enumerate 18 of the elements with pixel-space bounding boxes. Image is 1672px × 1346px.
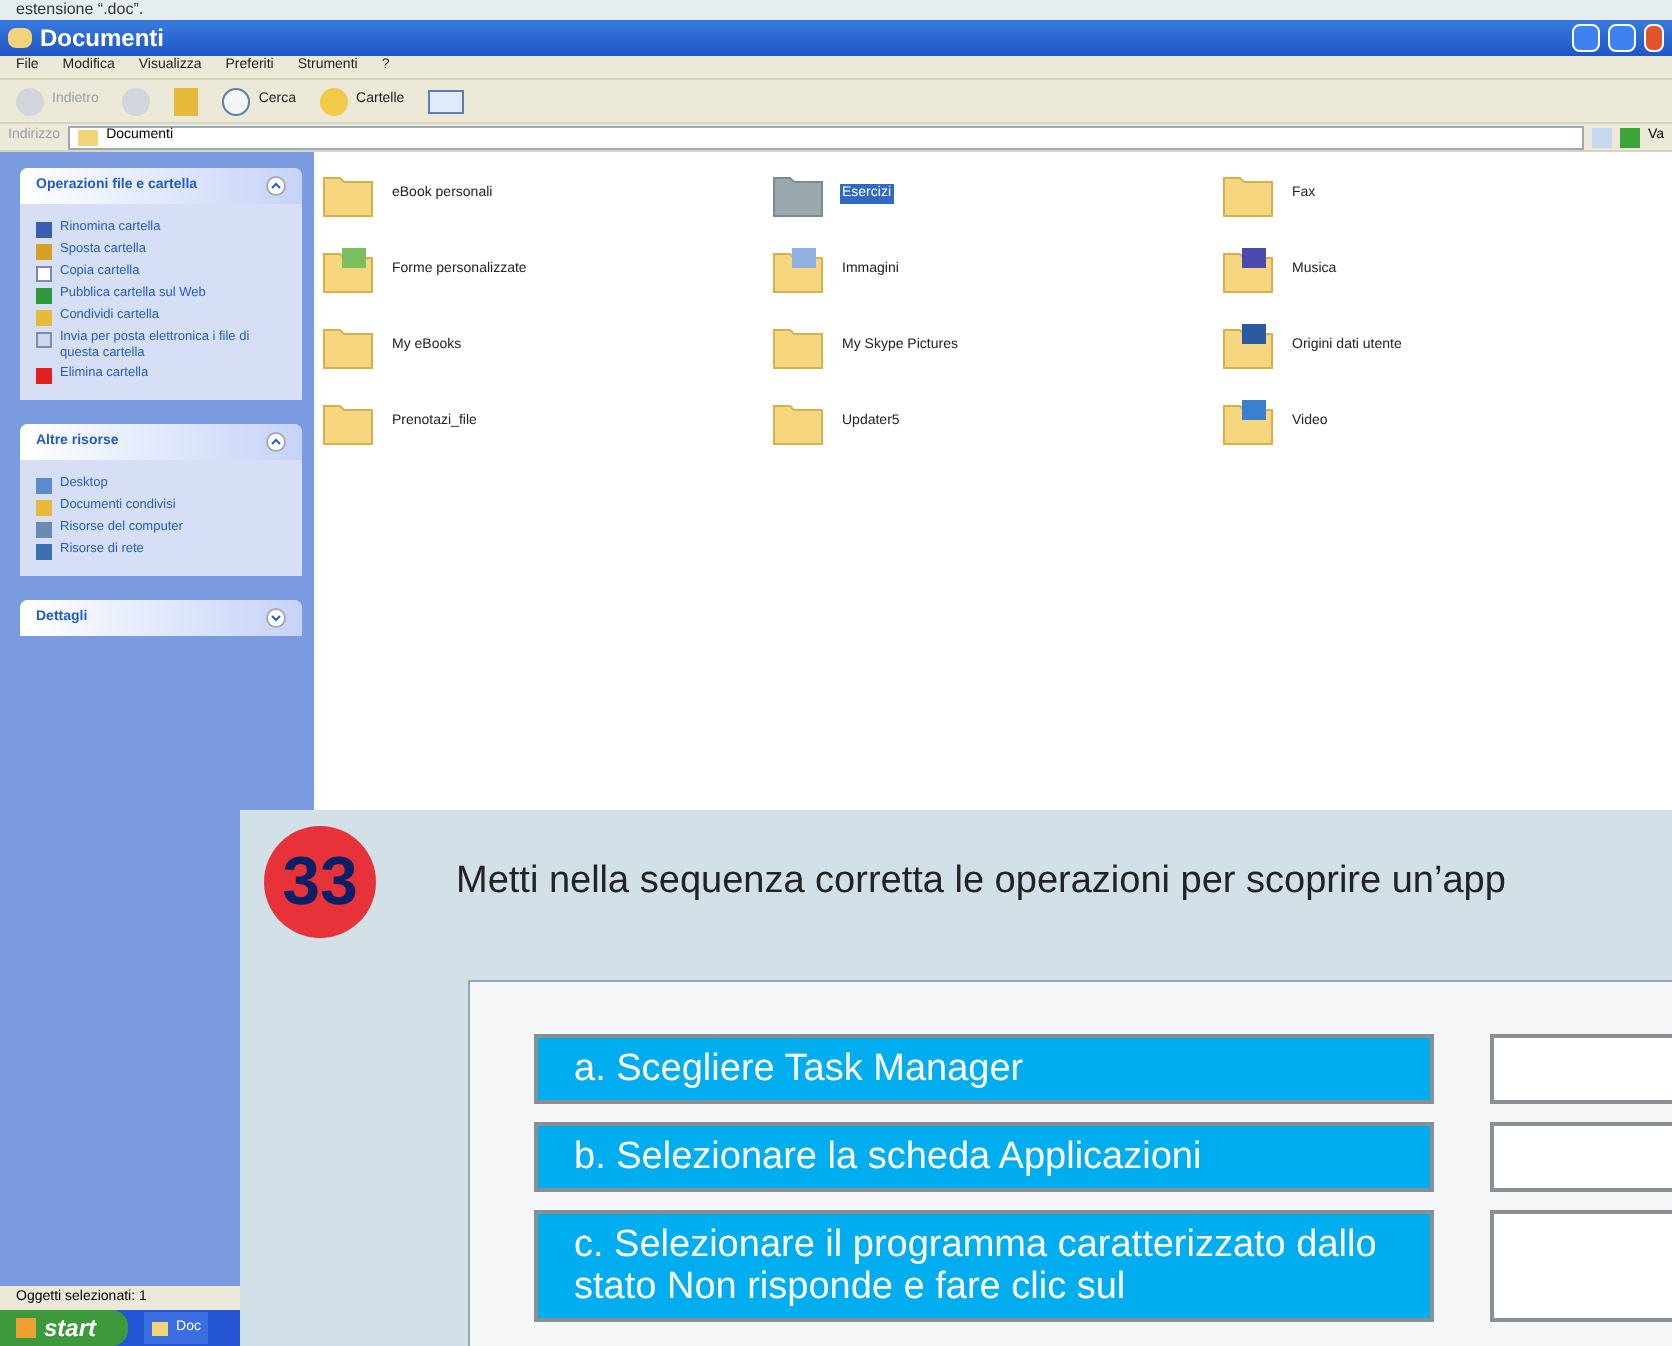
page-text: estensione “.doc”. bbox=[16, 2, 144, 18]
step-label: a. Scegliere Task Manager bbox=[534, 1034, 1434, 1104]
step-label: c. Selezionare il programma caratterizzato dallo stato Non risponde e fare clic sul bbox=[534, 1210, 1434, 1322]
step-label: b. Selezionare la scheda Applicazioni bbox=[534, 1122, 1434, 1192]
minimize-button[interactable] bbox=[1572, 24, 1600, 52]
collapse-chevron-icon[interactable] bbox=[266, 432, 286, 452]
view-menu-icon[interactable] bbox=[428, 89, 465, 113]
window-title: Documenti bbox=[40, 22, 165, 56]
expand-chevron-icon[interactable] bbox=[266, 608, 286, 628]
collapse-chevron-icon[interactable] bbox=[266, 176, 286, 196]
close-button[interactable] bbox=[1644, 24, 1664, 52]
answer-box[interactable] bbox=[1490, 1210, 1672, 1322]
exercise-number: 33 bbox=[264, 826, 376, 938]
answer-box[interactable] bbox=[1490, 1122, 1672, 1192]
answer-box[interactable] bbox=[1490, 1034, 1672, 1104]
restore-button[interactable] bbox=[1608, 24, 1636, 52]
start-button[interactable]: start bbox=[0, 1310, 129, 1346]
exercise-instruction: Metti nella sequenza corretta le operazioni per scoprire un’app bbox=[456, 857, 1506, 906]
